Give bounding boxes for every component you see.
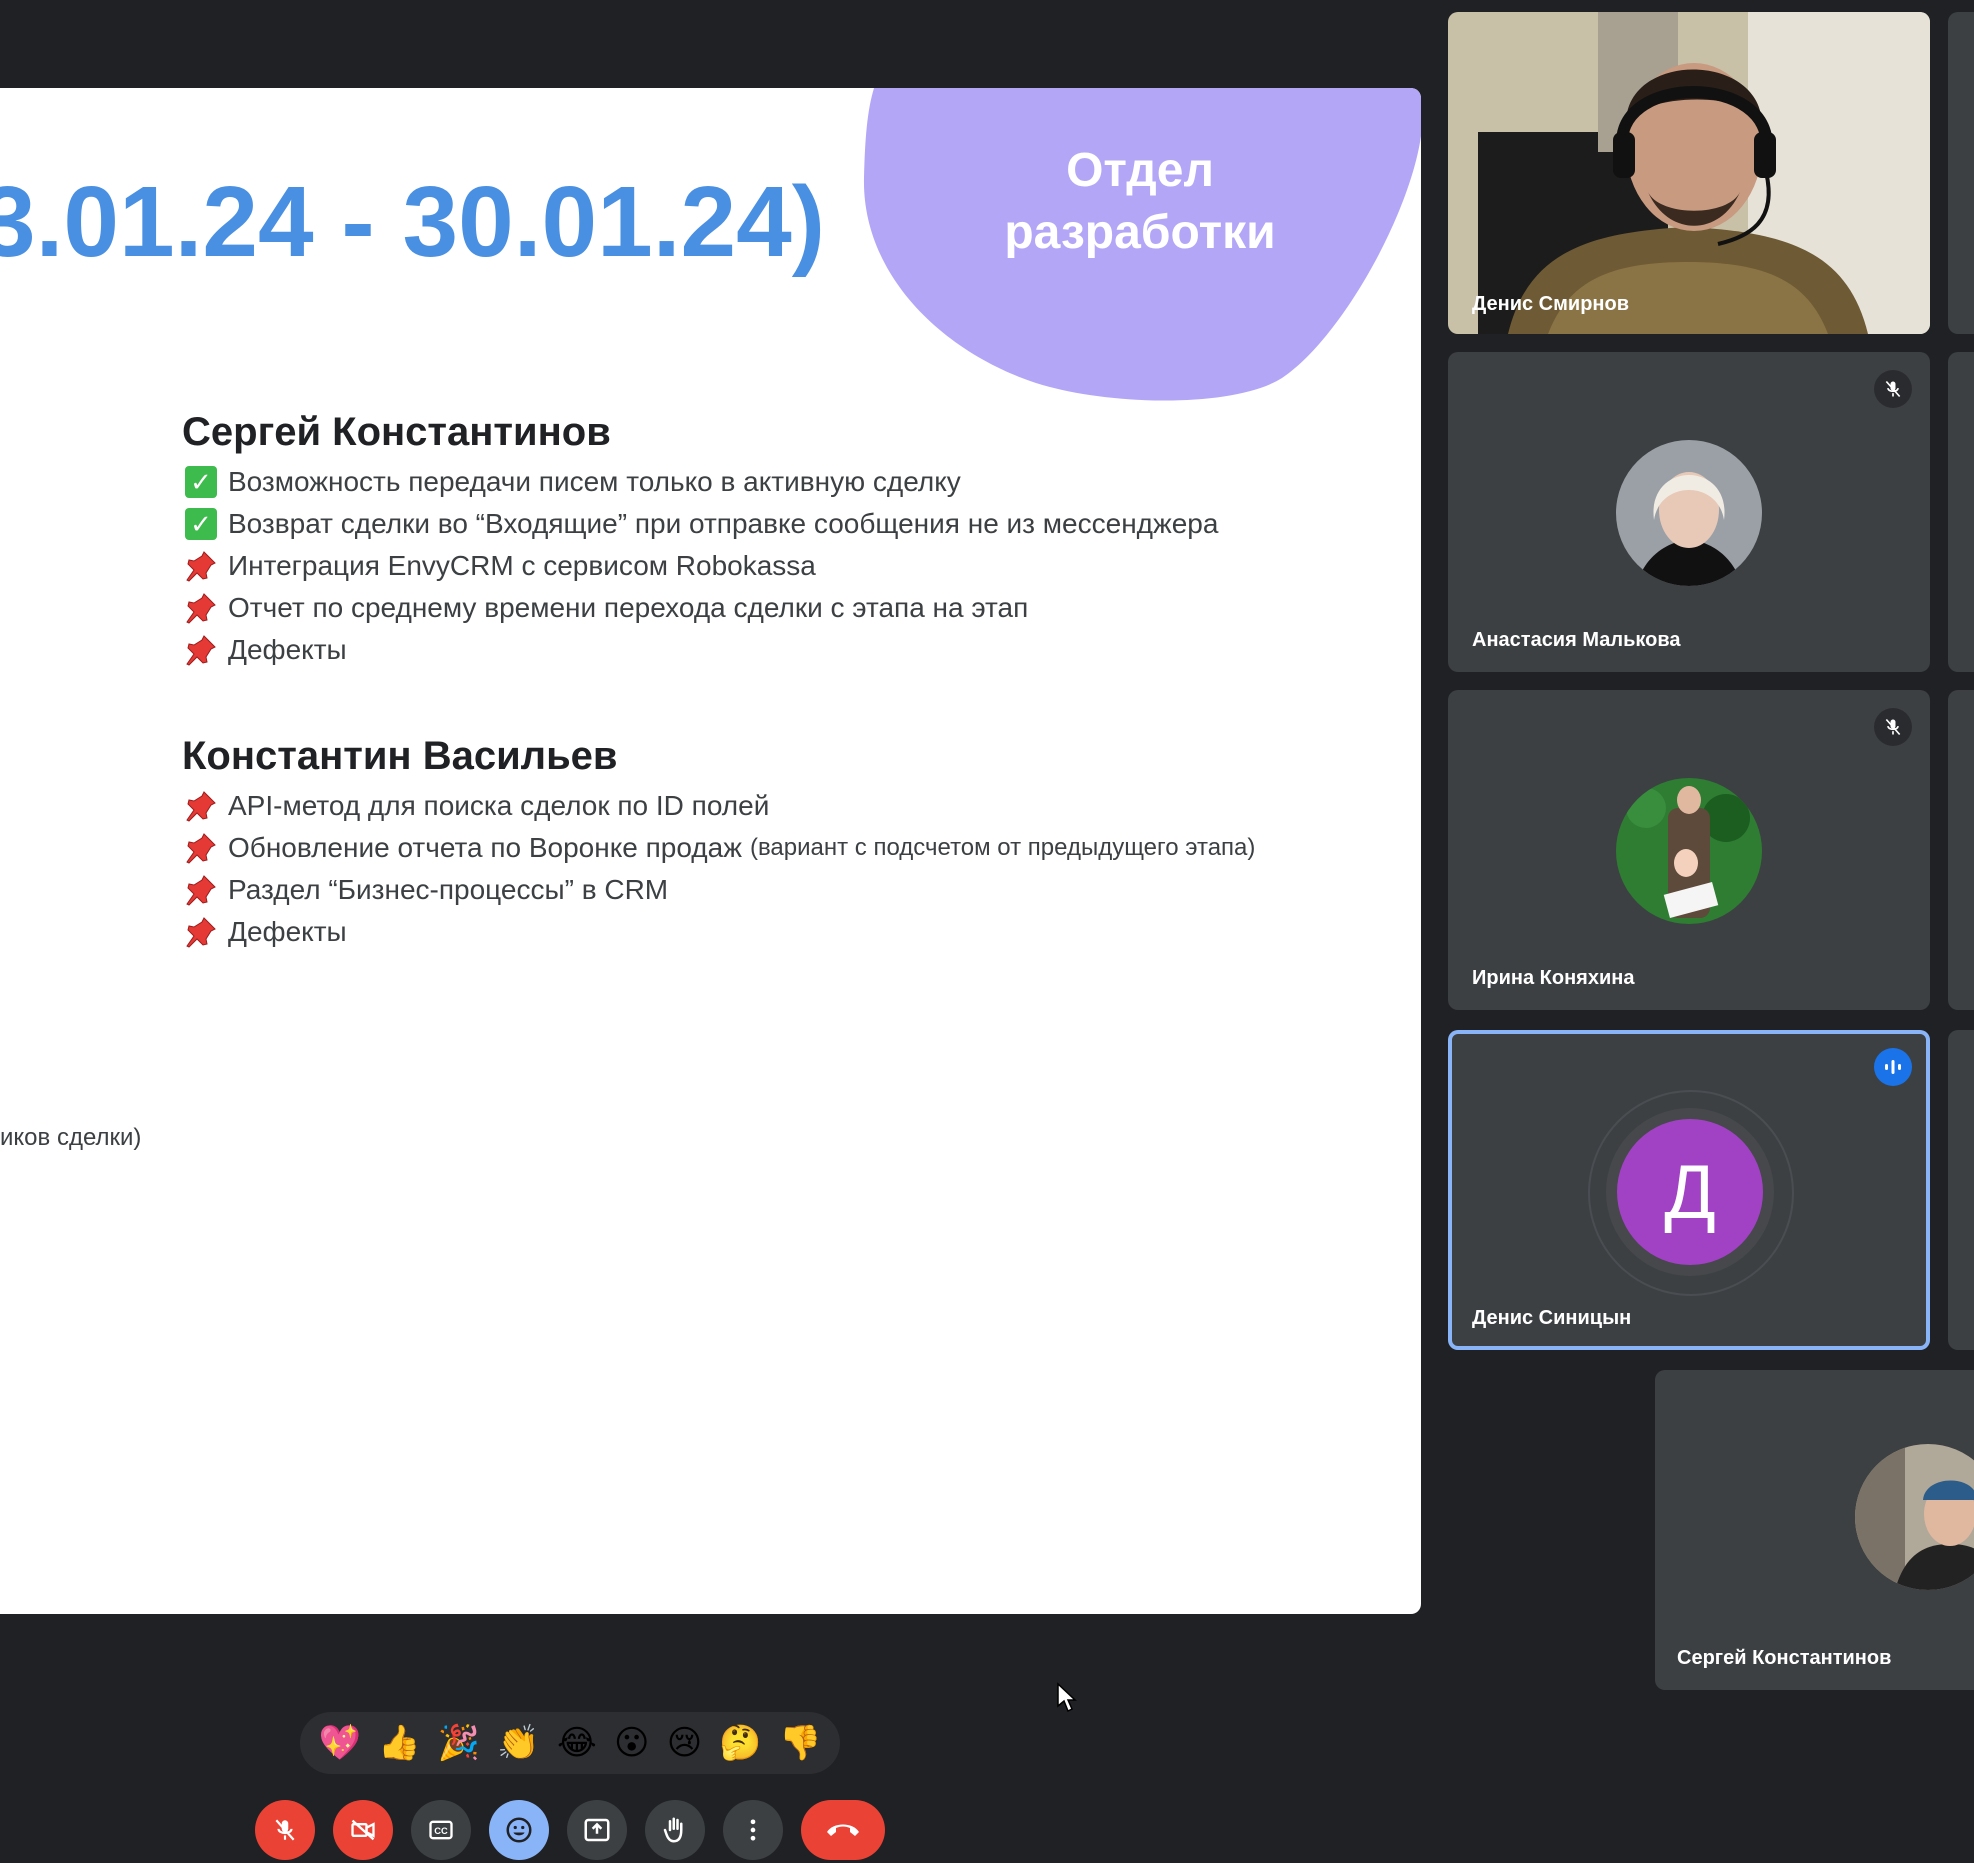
section-konstantin: Константин Васильев API-метод для поиска…	[182, 734, 1255, 953]
partial-tile	[1948, 12, 1974, 334]
participant-tile-irina[interactable]: Ирина Коняхина	[1448, 690, 1930, 1010]
participant-avatar: Д	[1617, 1119, 1763, 1265]
reactions-bar: 💖 👍 🎉 👏 😂 😮 😢 🤔 👎	[300, 1712, 840, 1774]
reaction-thumbs-up[interactable]: 👍	[378, 1726, 420, 1760]
participant-name: Сергей Константинов	[1677, 1647, 1892, 1669]
section-person-name: Сергей Константинов	[182, 410, 611, 454]
reaction-thumbs-down[interactable]: 👎	[779, 1726, 821, 1760]
participant-video-feed	[1448, 12, 1930, 334]
reaction-thinking[interactable]: 🤔	[719, 1726, 761, 1760]
avatar-initial: Д	[1664, 1149, 1716, 1235]
pushpin-icon	[182, 548, 220, 584]
section-person-name: Константин Васильев	[182, 734, 618, 778]
check-icon: ✓	[182, 464, 220, 500]
task-text: API-метод для поиска сделок по ID полей	[228, 790, 770, 821]
raise-hand-button[interactable]	[645, 1800, 705, 1860]
participant-name: Денис Смирнов	[1472, 293, 1630, 315]
task-text: Дефекты	[228, 916, 347, 947]
task-text: Обновление отчета по Воронке продаж	[228, 832, 742, 863]
participant-tile-sergey[interactable]: Сергей Константинов	[1655, 1370, 1974, 1690]
speaking-indicator-icon	[1874, 1048, 1912, 1086]
camera-toggle-button[interactable]	[333, 1800, 393, 1860]
pushpin-icon	[182, 872, 220, 908]
participant-avatar	[1616, 778, 1762, 924]
pushpin-icon	[182, 632, 220, 668]
task-text: Дефекты	[228, 634, 347, 665]
pushpin-icon	[182, 590, 220, 626]
task-item: ✓ Возможность передачи писем только в ак…	[182, 461, 1218, 503]
task-item: ✓ Возврат сделки во “Входящие” при отпра…	[182, 503, 1218, 545]
partial-tile	[1948, 1030, 1974, 1350]
reaction-clapping[interactable]: 👏	[497, 1726, 539, 1760]
task-item: Обновление отчета по Воронке продаж (вар…	[182, 827, 1255, 869]
mic-off-icon	[275, 1819, 295, 1841]
reaction-party-popper[interactable]: 🎉	[438, 1726, 480, 1760]
partial-tile	[1948, 690, 1974, 1010]
task-item: Дефекты	[182, 911, 1255, 953]
reaction-laughing[interactable]: 😂	[557, 1726, 597, 1760]
task-item: API-метод для поиска сделок по ID полей	[182, 785, 1255, 827]
slide-partial-text: иков сделки)	[0, 1124, 142, 1151]
captions-button[interactable]: CC	[411, 1800, 471, 1860]
present-now-button[interactable]	[567, 1800, 627, 1860]
muted-mic-icon	[1874, 708, 1912, 746]
send-reaction-button[interactable]	[489, 1800, 549, 1860]
more-options-button[interactable]	[723, 1800, 783, 1860]
reaction-crying[interactable]: 😢	[667, 1726, 702, 1760]
task-text: Возврат сделки во “Входящие” при отправк…	[228, 508, 1219, 539]
participant-avatar	[1855, 1444, 1974, 1590]
task-list: ✓ Возможность передачи писем только в ак…	[182, 461, 1218, 671]
pushpin-icon	[182, 914, 220, 950]
raise-hand-icon	[663, 1817, 683, 1843]
emoji-icon	[506, 1817, 532, 1843]
task-text: Интеграция EnvyCRM с сервисом Robokassa	[228, 550, 816, 581]
present-icon	[584, 1818, 610, 1842]
participant-name: Денис Синицын	[1472, 1307, 1632, 1329]
participant-tile-denis-smirnov[interactable]: Денис Смирнов	[1448, 12, 1930, 334]
muted-mic-icon	[1874, 370, 1912, 408]
task-text: Отчет по среднему времени перехода сделк…	[228, 592, 1029, 623]
check-icon: ✓	[182, 506, 220, 542]
shared-presentation-slide: 3.01.24 - 30.01.24) Отдел разработки Серг…	[0, 88, 1421, 1614]
task-item: Отчет по среднему времени перехода сделк…	[182, 587, 1218, 629]
reaction-surprised[interactable]: 😮	[614, 1726, 649, 1760]
mouse-cursor-icon	[1057, 1682, 1077, 1713]
end-call-icon	[827, 1824, 859, 1836]
reaction-sparkling-heart[interactable]: 💖	[319, 1726, 361, 1760]
pushpin-icon	[182, 830, 220, 866]
task-note: (вариант с подсчетом от предыдущего этап…	[749, 834, 1256, 861]
slide-title: 3.01.24 - 30.01.24)	[0, 166, 826, 278]
participant-name: Анастасия Малькова	[1472, 629, 1681, 651]
camera-off-icon	[351, 1819, 375, 1841]
task-item: Раздел “Бизнес-процессы” в CRM	[182, 869, 1255, 911]
task-text: Раздел “Бизнес-процессы” в CRM	[228, 874, 669, 905]
participant-tile-anastasia[interactable]: Анастасия Малькова	[1448, 352, 1930, 672]
more-options-icon	[750, 1819, 756, 1841]
partial-tile	[1948, 352, 1974, 672]
department-label: Отдел разработки	[1004, 144, 1276, 260]
task-text: Возможность передачи писем только в акти…	[228, 466, 961, 497]
participant-name: Ирина Коняхина	[1472, 967, 1635, 989]
microphone-toggle-button[interactable]	[255, 1800, 315, 1860]
task-item: Интеграция EnvyCRM с сервисом Robokassa	[182, 545, 1218, 587]
task-list: API-метод для поиска сделок по ID полей …	[182, 785, 1255, 953]
leave-call-button[interactable]	[801, 1800, 885, 1860]
participant-avatar	[1616, 440, 1762, 586]
participant-tile-denis-sinitsyn[interactable]: Д Денис Синицын	[1448, 1030, 1930, 1350]
captions-icon: CC	[429, 1820, 453, 1840]
pushpin-icon	[182, 788, 220, 824]
task-item: Дефекты	[182, 629, 1218, 671]
svg-text:CC: CC	[434, 1826, 448, 1836]
section-sergey: Сергей Константинов ✓ Возможность переда…	[182, 410, 1218, 671]
